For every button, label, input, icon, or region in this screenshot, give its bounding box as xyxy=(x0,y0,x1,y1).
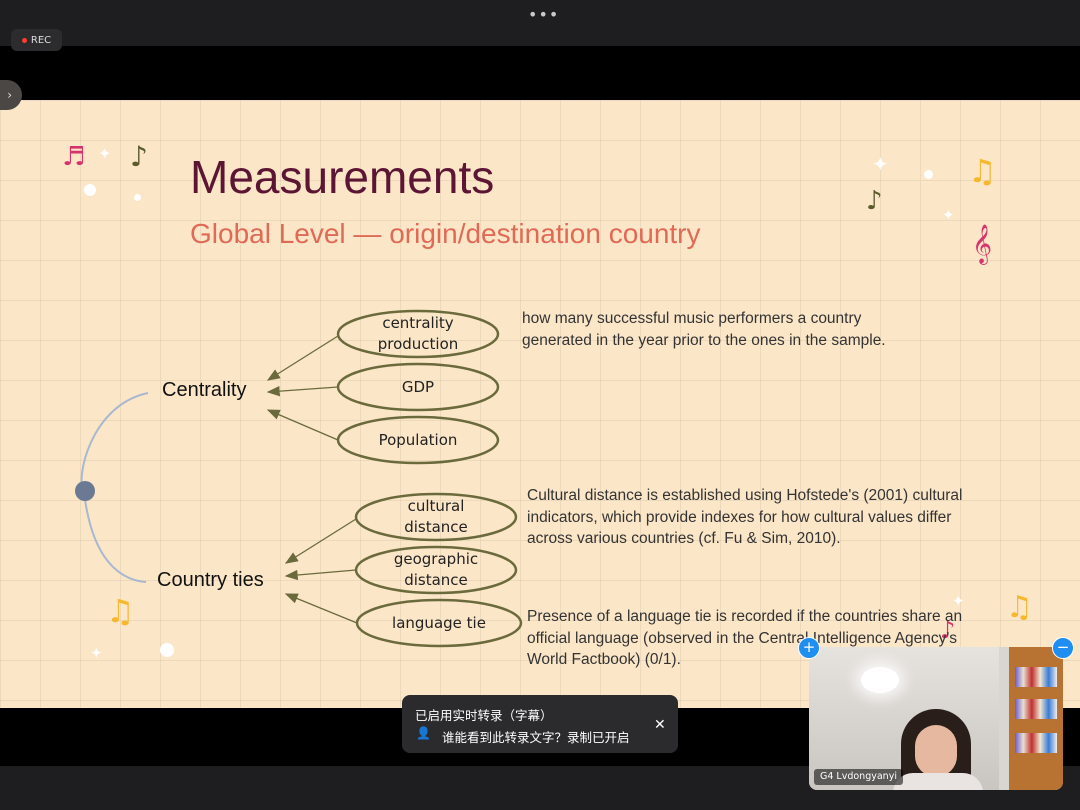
node-cultural-distance: cultural distance xyxy=(404,497,468,536)
person-shield-icon: 👤 xyxy=(416,726,431,740)
node-population: Population xyxy=(378,431,458,449)
transcription-status: 已启用实时转录（字幕） xyxy=(415,708,553,723)
ceiling-light xyxy=(861,667,899,693)
arrow-language-tie xyxy=(284,593,358,624)
book-row xyxy=(1015,733,1057,753)
book-row xyxy=(1015,667,1057,687)
participant-video-tile[interactable]: G4 Lvdongyanyi xyxy=(809,647,1063,790)
arrow-centrality-production xyxy=(266,335,339,381)
node-geographic-distance: geographic distance xyxy=(393,550,479,589)
hub-node xyxy=(75,481,95,501)
recording-badge: REC xyxy=(11,29,62,51)
record-dot-icon xyxy=(21,37,27,43)
minus-icon[interactable]: − xyxy=(1052,637,1074,659)
cultural-distance-description: Cultural distance is established using H… xyxy=(527,487,963,547)
transcription-info-link[interactable]: 谁能看到此转录文字？录制已开启 xyxy=(442,727,630,746)
arrow-gdp xyxy=(266,385,339,397)
close-icon[interactable]: ✕ xyxy=(654,717,666,733)
participant-body xyxy=(893,773,983,790)
centrality-description: how many successful music performers a c… xyxy=(522,310,886,349)
bookshelf xyxy=(1009,647,1063,790)
presentation-slide: Measurements Global Level — origin/desti… xyxy=(0,100,1080,708)
more-dots-icon[interactable]: ••• xyxy=(528,5,559,24)
node-language-tie: language tie xyxy=(392,614,486,632)
participant-name: G4 Lvdongyanyi xyxy=(814,769,903,785)
arrow-geographic-distance xyxy=(284,569,357,581)
arrow-cultural-distance xyxy=(284,518,357,564)
country-ties-label: Country ties xyxy=(157,569,264,591)
rec-label: REC xyxy=(30,34,52,46)
centrality-label: Centrality xyxy=(162,379,247,401)
plus-icon[interactable]: + xyxy=(798,637,820,659)
node-gdp: GDP xyxy=(401,378,435,396)
participant-face xyxy=(915,725,957,777)
book-row xyxy=(1015,699,1057,719)
transcription-notice: 已启用实时转录（字幕） 👤 谁能看到此转录文字？录制已开启 ✕ xyxy=(402,695,678,753)
arrow-population xyxy=(266,409,339,441)
node-centrality-production: centrality production xyxy=(377,314,459,353)
top-bar: ••• REC xyxy=(0,0,1080,51)
chevron-right-icon: › xyxy=(7,88,12,102)
